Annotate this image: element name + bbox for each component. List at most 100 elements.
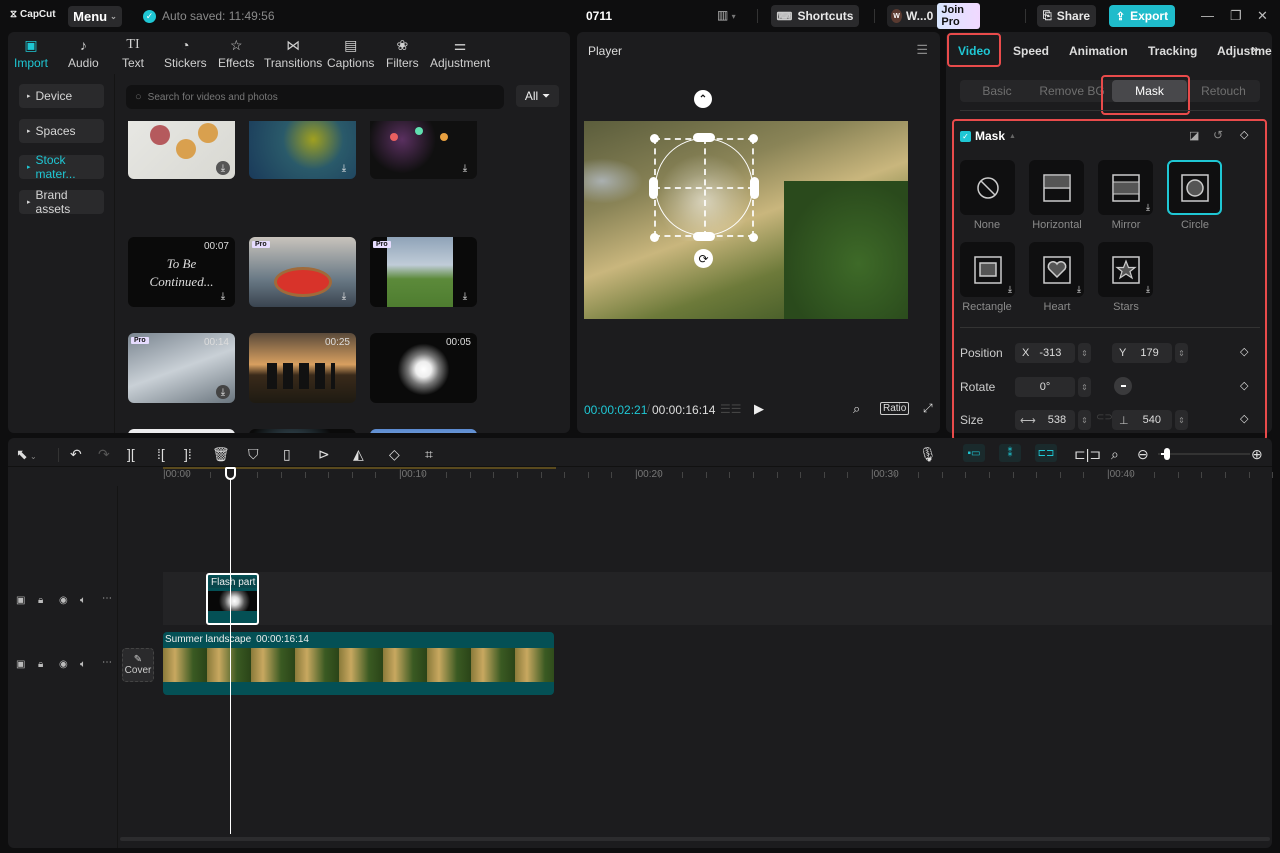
main-track-magnet-icon[interactable]: ▪▭ [963, 444, 985, 462]
tab-import[interactable]: ▣ Import [14, 36, 48, 70]
auto-snap-icon[interactable]: ⁑ [999, 444, 1021, 462]
media-thumbnail[interactable]: 00:25 [249, 333, 356, 403]
position-keyframe-icon[interactable]: ◇ [1240, 345, 1248, 358]
linkage-icon[interactable]: ⊏⊐ [1035, 444, 1057, 462]
tab-filters[interactable]: ❀ Filters [386, 36, 419, 70]
subtab-basic[interactable]: Basic [960, 80, 1034, 102]
download-icon[interactable]: ⤓ [216, 385, 230, 399]
rotate-dial[interactable] [1114, 377, 1132, 395]
join-pro-badge[interactable]: Join Pro [937, 3, 980, 29]
size-height-field[interactable]: ⊥ 540 [1112, 410, 1172, 430]
width-handle[interactable] [649, 177, 658, 199]
media-thumbnail[interactable]: Pro 00:14 ⤓ [128, 333, 235, 403]
mask-option-rectangle[interactable]: ⤓ [960, 242, 1015, 297]
split-left-icon[interactable]: ⁞[ [157, 446, 165, 462]
freeze-icon[interactable]: ▯ [283, 446, 291, 463]
audio-icon[interactable]: 🔈︎ [80, 659, 86, 670]
download-icon[interactable]: ⤓ [337, 161, 351, 175]
tab-transitions[interactable]: ⋈ Transitions [264, 36, 322, 70]
lock-icon[interactable]: 🔒︎ [38, 595, 43, 606]
resize-handle[interactable] [650, 233, 659, 242]
position-y-stepper[interactable]: ⇕ [1175, 343, 1188, 363]
split-icon[interactable]: ][ [127, 446, 135, 462]
delete-icon[interactable]: 🗑 [212, 446, 230, 463]
tab-tracking[interactable]: Tracking [1148, 44, 1197, 58]
more-options-icon[interactable]: ⋯ [102, 657, 112, 668]
tab-audio[interactable]: ♪ Audio [68, 36, 99, 70]
filter-button[interactable]: All ⏷ [516, 85, 559, 107]
tab-text[interactable]: TI Text [122, 36, 144, 70]
mask-option-none[interactable] [960, 160, 1015, 215]
mask-option-horizontal[interactable] [1029, 160, 1084, 215]
lock-icon[interactable]: 🔒︎ [38, 659, 43, 670]
rotate-handle-icon[interactable]: ⟳ [694, 249, 713, 268]
mask-option-heart[interactable]: ⤓ [1029, 242, 1084, 297]
horizontal-scrollbar[interactable] [120, 837, 1270, 841]
size-width-field[interactable]: ⟷ 538 [1015, 410, 1075, 430]
redo-icon[interactable]: ↷ [98, 446, 110, 463]
more-options-icon[interactable]: ⋯ [102, 593, 112, 604]
menu-button[interactable]: Menu ⌄ [68, 6, 122, 27]
media-thumbnail[interactable]: ⤓ [370, 121, 477, 179]
zoom-in-icon[interactable]: ⊕ [1251, 446, 1263, 463]
rotate-field[interactable]: 0° [1015, 377, 1075, 397]
minimize-icon[interactable]: — [1201, 8, 1214, 23]
zoom-fit-icon[interactable]: ⌕ [853, 401, 860, 417]
marker-icon[interactable]: ⛉ [248, 446, 259, 463]
select-tool-icon[interactable]: ⬉ ⌄ [16, 446, 37, 463]
height-handle[interactable] [693, 232, 715, 241]
tab-adjustment[interactable]: ⚌ Adjustment [430, 36, 490, 70]
download-icon[interactable]: ⤓ [216, 289, 230, 303]
playhead-handle[interactable] [225, 467, 236, 480]
position-x-stepper[interactable]: ⇕ [1078, 343, 1091, 363]
overlay-clip[interactable]: Flash part [206, 573, 259, 625]
feather-handle-icon[interactable]: ⌃ [694, 90, 712, 108]
mask-option-circle[interactable] [1167, 160, 1222, 215]
reset-icon[interactable]: ↺ [1213, 128, 1223, 142]
size-height-stepper[interactable]: ⇕ [1175, 410, 1188, 430]
size-width-stepper[interactable]: ⇕ [1078, 410, 1091, 430]
ratio-button[interactable]: Ratio [880, 402, 910, 415]
visibility-icon[interactable]: ◉ [59, 595, 68, 606]
link-ratio-icon[interactable]: ⊂⊃ [1096, 412, 1113, 423]
download-icon[interactable]: ⤓ [458, 161, 472, 175]
subtab-retouch[interactable]: Retouch [1187, 80, 1260, 102]
zoom-out-icon[interactable]: ⊖ [1137, 446, 1149, 463]
tab-video[interactable]: Video [958, 44, 990, 58]
user-account-button[interactable]: W W...0 Join Pro [887, 3, 980, 29]
mask-enable-checkbox[interactable]: ✓ [960, 130, 971, 142]
width-handle[interactable] [750, 177, 759, 199]
hamburger-menu-icon[interactable]: ☰ [916, 42, 928, 58]
resize-handle[interactable] [749, 134, 758, 143]
cover-button[interactable]: ✎ Cover [122, 648, 154, 682]
download-icon[interactable]: ⤓ [216, 161, 230, 175]
media-thumbnail[interactable]: ⤓ [249, 121, 356, 179]
tab-captions[interactable]: ▤ Captions [327, 36, 374, 70]
media-thumbnail[interactable]: Pro ⤓ [249, 237, 356, 307]
download-icon[interactable]: ⤓ [337, 289, 351, 303]
layout-icon[interactable]: ▥ ▾ [717, 8, 736, 22]
visibility-icon[interactable]: ◉ [59, 659, 68, 670]
sidebar-item-brand-assets[interactable]: ▸ Brand assets [19, 188, 104, 216]
export-button[interactable]: ⇪ Export [1109, 5, 1175, 27]
maximize-icon[interactable]: ❐ [1230, 8, 1242, 24]
tab-adjustment[interactable]: Adjustme [1217, 44, 1272, 58]
split-right-icon[interactable]: ]⁞ [184, 446, 192, 462]
sidebar-item-spaces[interactable]: ▸ Spaces [19, 119, 104, 143]
preview-axis-icon[interactable]: ⊏|⊐ [1074, 446, 1101, 463]
project-title[interactable]: 0711 [586, 9, 612, 23]
reverse-icon[interactable]: ⊳ [318, 446, 330, 463]
crop-icon[interactable]: ⌗ [425, 446, 433, 463]
mask-circle[interactable] [655, 138, 753, 236]
shortcuts-button[interactable]: ⌨ Shortcuts [771, 5, 859, 27]
position-y-field[interactable]: Y 179 [1112, 343, 1172, 363]
close-icon[interactable]: ✕ [1257, 8, 1268, 24]
zoom-slider-thumb[interactable] [1164, 448, 1170, 460]
rotate-stepper[interactable]: ⇕ [1078, 377, 1091, 397]
tab-effects[interactable]: ☆ Effects [218, 36, 254, 70]
play-button-icon[interactable]: ▶ [754, 401, 764, 417]
sidebar-item-stock-material[interactable]: ▸ Stock mater... [19, 153, 104, 181]
audio-icon[interactable]: 🔈︎ [80, 595, 86, 606]
keyframe-icon[interactable]: ◇ [1240, 128, 1248, 141]
media-thumbnail[interactable]: Pro [128, 429, 235, 433]
